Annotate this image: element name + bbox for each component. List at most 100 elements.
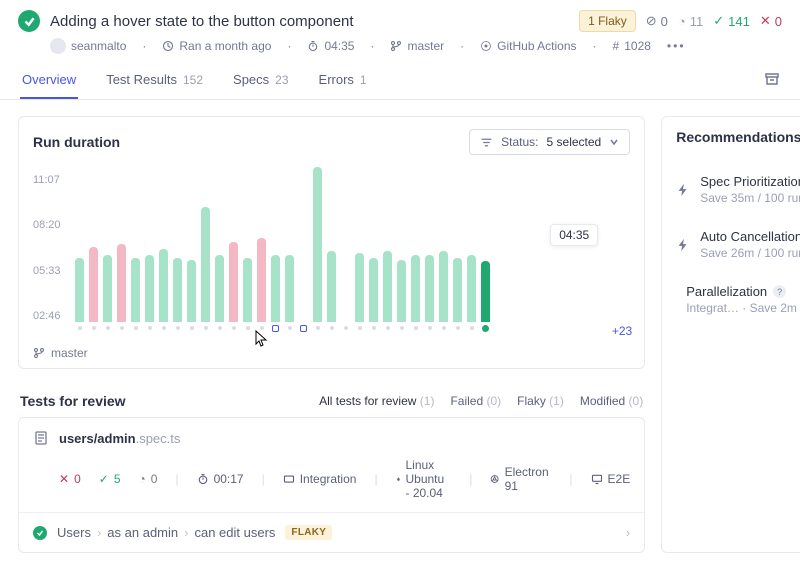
metric-pending: ◔11 (678, 14, 703, 29)
timeline-dot (271, 325, 280, 332)
chart-bar[interactable] (453, 258, 462, 322)
test-filter[interactable]: Modified (0) (580, 394, 643, 408)
chart-bar[interactable] (397, 260, 406, 322)
timeline-dot (341, 326, 350, 330)
chart-bar[interactable] (481, 261, 490, 322)
tests-for-review-section: Tests for review All tests for review (1… (18, 385, 645, 553)
timeline-dot (215, 326, 224, 330)
chart-bar[interactable] (369, 258, 378, 322)
recommendation-item: Auto Cancellation?Save 26m / 100 runsEna… (662, 217, 800, 272)
flaky-badge[interactable]: 1 Flaky (579, 10, 636, 32)
chart-bar[interactable] (187, 260, 196, 322)
timeline-dot (187, 326, 196, 330)
tab-test-results[interactable]: Test Results152 (104, 62, 205, 99)
chart-bar[interactable] (271, 255, 280, 322)
branch[interactable]: master (390, 39, 444, 53)
run-duration-chart[interactable]: 11:07 08:20 05:33 02:46 04:35 +23 master (19, 168, 644, 368)
y-tick: 05:33 (33, 265, 69, 277)
meta-type: Integration (283, 472, 357, 486)
chart-bar[interactable] (75, 258, 84, 322)
metric-failed: ✕0 (760, 13, 782, 29)
timeline-dot (159, 326, 168, 330)
chevron-right-icon: › (626, 525, 630, 540)
tab-specs[interactable]: Specs23 (231, 62, 291, 99)
chart-bar[interactable] (257, 238, 266, 322)
tab-overview[interactable]: Overview (20, 62, 78, 99)
more-menu-icon[interactable]: ••• (667, 39, 686, 53)
test-filter[interactable]: Flaky (1) (517, 394, 564, 408)
timeline-dot (453, 326, 462, 330)
timeline-dot (355, 326, 364, 330)
timeline-dot (425, 326, 434, 330)
chart-bar[interactable] (439, 251, 448, 322)
timeline-dot (299, 325, 308, 332)
timeline-dot (383, 326, 392, 330)
help-icon[interactable]: ? (773, 285, 786, 298)
page-title: Adding a hover state to the button compo… (50, 13, 354, 30)
y-tick: 11:07 (33, 174, 69, 186)
status-dropdown[interactable]: Status:5 selected (469, 129, 630, 155)
meta-mode: E2E (591, 472, 631, 486)
pass-icon (33, 526, 47, 540)
timeline-dot (481, 325, 490, 332)
file-icon (33, 430, 49, 446)
meta-os: Linux Ubuntu - 20.04 (396, 458, 452, 500)
timeline-dot (467, 326, 476, 330)
chart-bar[interactable] (89, 247, 98, 322)
run-duration-card: Run duration Status:5 selected 11:07 08:… (18, 116, 645, 369)
chart-bar[interactable] (327, 251, 336, 322)
avatar-icon (50, 38, 66, 54)
timeline-dot (145, 326, 154, 330)
filter-icon (480, 136, 493, 149)
timeline-dot (243, 326, 252, 330)
chart-bar[interactable] (313, 167, 322, 322)
meta-failed: ✕ 0 (59, 472, 81, 486)
meta-browser: Electron 91 (490, 465, 551, 493)
more-runs-link[interactable]: +23 (612, 324, 632, 338)
timeline-dot (257, 326, 266, 330)
chart-bar[interactable] (201, 207, 210, 322)
chart-bar[interactable] (145, 255, 154, 322)
chart-bar[interactable] (131, 258, 140, 322)
bar-tooltip: 04:35 (550, 224, 598, 246)
test-spec-card: users/admin.spec.ts ✕ 0 ✓ 5 ◔ 0 | 00:17 … (18, 417, 645, 553)
test-breadcrumb: Users›as an admin›can edit users (57, 525, 275, 540)
test-filter[interactable]: Failed (0) (450, 394, 501, 408)
chart-bar[interactable] (383, 251, 392, 322)
chart-bar[interactable] (173, 258, 182, 322)
timeline-dot (229, 326, 238, 330)
timeline-dot (439, 326, 448, 330)
y-tick: 02:46 (33, 310, 69, 322)
test-filter[interactable]: All tests for review (1) (319, 394, 434, 408)
chart-bar[interactable] (229, 242, 238, 322)
chart-bar[interactable] (215, 255, 224, 322)
chart-bar[interactable] (467, 255, 476, 322)
chart-bar[interactable] (285, 255, 294, 322)
chart-bar[interactable] (243, 258, 252, 322)
chart-bar[interactable] (355, 253, 364, 322)
ci-provider[interactable]: GitHub Actions (480, 39, 576, 53)
recommendation-item: Spec Prioritization?Save 35m / 100 runsE… (662, 162, 800, 217)
spec-file: users/admin.spec.ts (59, 431, 180, 446)
timeline-dot (397, 326, 406, 330)
meta-pending: ◔ 0 (139, 472, 158, 486)
chevron-down-icon (609, 137, 619, 147)
archive-icon[interactable] (764, 71, 780, 90)
chart-bar[interactable] (411, 255, 420, 322)
timeline-dot (411, 326, 420, 330)
recommendation-item: Parallelization?Integrat… · Save 2m 20s … (662, 272, 800, 327)
author[interactable]: seanmalto (50, 38, 126, 54)
chart-bar[interactable] (103, 255, 112, 322)
chart-bar[interactable] (159, 249, 168, 322)
timeline-dot (131, 326, 140, 330)
test-row[interactable]: Users›as an admin›can edit users FLAKY › (19, 512, 644, 552)
recommendations-card: Recommendations Spec Prioritization?Save… (661, 116, 800, 553)
timeline-dot (173, 326, 182, 330)
metric-skipped: ⊘0 (646, 13, 668, 29)
run-number[interactable]: #1028 (613, 39, 651, 53)
chart-bar[interactable] (425, 255, 434, 322)
timeline-dot (313, 326, 322, 330)
chart-bar[interactable] (117, 244, 126, 322)
recommendations-title: Recommendations (676, 129, 800, 145)
tab-errors[interactable]: Errors1 (317, 62, 369, 99)
